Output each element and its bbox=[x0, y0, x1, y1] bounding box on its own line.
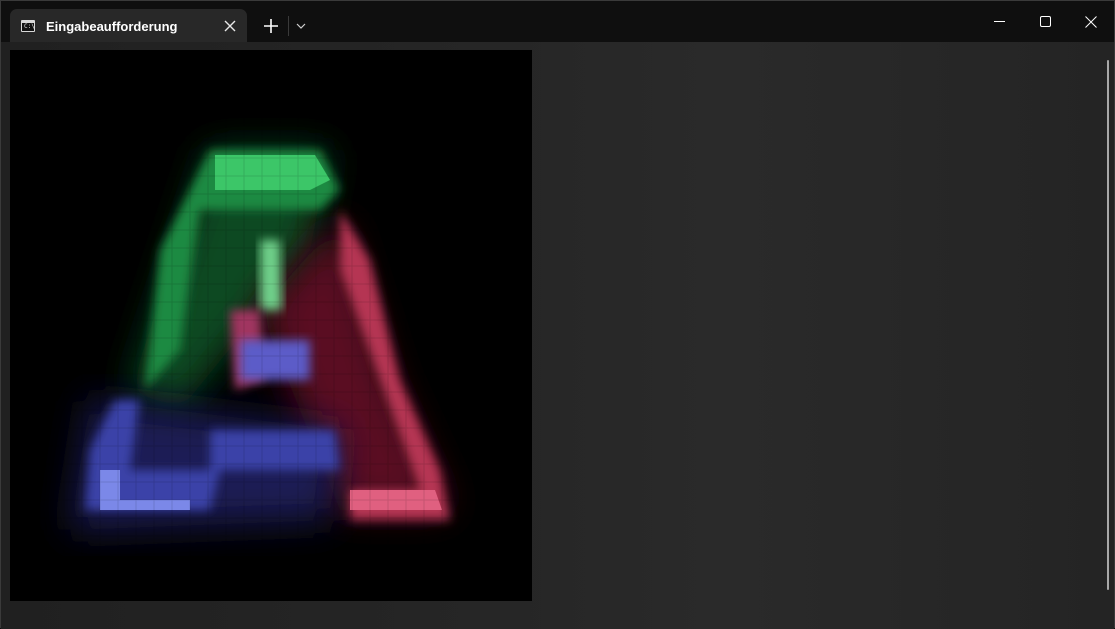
command-prompt-icon-glyph: C:\ bbox=[24, 23, 35, 30]
maximize-icon bbox=[1039, 16, 1051, 27]
chevron-down-icon bbox=[296, 23, 306, 29]
close-icon bbox=[224, 20, 236, 32]
minimize-icon bbox=[993, 21, 1005, 22]
close-icon bbox=[1085, 15, 1097, 28]
scrollbar-thumb[interactable] bbox=[1107, 60, 1109, 590]
pixelated-triangle-graphic bbox=[10, 50, 532, 601]
vertical-scrollbar[interactable] bbox=[1105, 60, 1111, 590]
command-prompt-icon: C:\ bbox=[21, 20, 35, 32]
plus-icon bbox=[264, 19, 278, 33]
minimize-button[interactable] bbox=[976, 1, 1022, 42]
green-highlight bbox=[215, 155, 330, 190]
tab-title: Eingabeaufforderung bbox=[46, 19, 178, 34]
tab-dropdown-button[interactable] bbox=[291, 16, 311, 36]
terminal-content[interactable] bbox=[1, 42, 1114, 629]
terminal-window: C:\ Eingabeaufforderung bbox=[0, 0, 1115, 629]
tab-close-button[interactable] bbox=[220, 16, 240, 36]
pixelated-image bbox=[10, 50, 532, 601]
green-inner bbox=[260, 240, 282, 310]
tab-separator bbox=[288, 16, 289, 36]
close-window-button[interactable] bbox=[1068, 1, 1114, 42]
tab-command-prompt[interactable]: C:\ Eingabeaufforderung bbox=[10, 9, 247, 43]
title-bar: C:\ Eingabeaufforderung bbox=[1, 1, 1114, 43]
new-tab-button[interactable] bbox=[259, 14, 283, 38]
maximize-button[interactable] bbox=[1022, 1, 1068, 42]
